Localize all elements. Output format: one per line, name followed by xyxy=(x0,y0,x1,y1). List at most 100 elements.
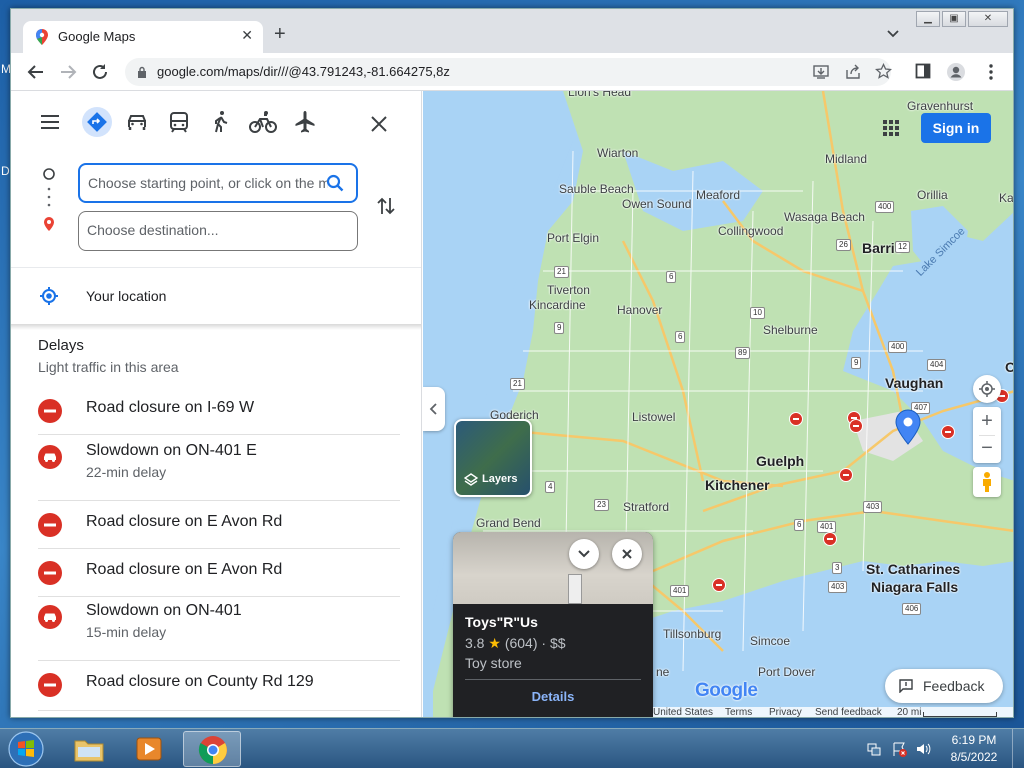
maximize-button[interactable]: ▣ xyxy=(942,11,966,27)
volume-icon[interactable] xyxy=(915,741,931,757)
tab-search-chevron-icon[interactable] xyxy=(887,28,899,40)
list-item[interactable]: Road closure on I-69 W xyxy=(38,387,400,435)
highway-shield: 12 xyxy=(895,241,910,253)
map-label: Listowel xyxy=(632,410,676,424)
swap-direction-icon[interactable] xyxy=(375,195,397,217)
google-apps-grid-icon[interactable] xyxy=(881,118,901,138)
network-icon[interactable] xyxy=(866,741,882,757)
tab-strip: Google Maps ✕ + ▁ ▣ ✕ xyxy=(11,9,1013,53)
rating-value: 3.8 xyxy=(465,635,485,651)
tab-close-icon[interactable]: ✕ xyxy=(241,27,253,44)
my-location-button[interactable] xyxy=(973,375,1001,403)
transit-mode-icon[interactable] xyxy=(166,109,192,135)
road-closure-marker[interactable] xyxy=(849,419,863,433)
start-button[interactable] xyxy=(4,729,48,768)
feedback-button[interactable]: Feedback xyxy=(885,669,1003,703)
road-closure-icon xyxy=(38,513,62,537)
cycling-mode-icon[interactable] xyxy=(249,109,277,135)
highway-shield: 10 xyxy=(750,307,765,319)
car-mode-icon[interactable] xyxy=(124,109,150,135)
destination-input[interactable] xyxy=(87,222,327,238)
tab-google-maps[interactable]: Google Maps ✕ xyxy=(23,21,263,53)
layers-button[interactable]: Layers xyxy=(454,419,532,497)
place-name[interactable]: Toys"R"Us xyxy=(465,614,538,630)
list-item[interactable]: Road closure on County Rd 129 xyxy=(38,661,400,711)
map-canvas[interactable]: Lion's Head Wiarton Sauble Beach Owen So… xyxy=(423,91,1013,717)
clock-date[interactable]: 8/5/2022 xyxy=(944,750,1004,764)
new-tab-button[interactable]: + xyxy=(274,24,286,44)
reload-icon[interactable] xyxy=(90,62,110,82)
your-location-item[interactable]: Your location xyxy=(11,268,421,324)
details-button[interactable]: Details xyxy=(453,689,653,704)
delay-title: Slowdown on ON-401 E xyxy=(86,442,257,459)
minimize-button[interactable]: ▁ xyxy=(916,11,940,27)
map-label: Tillsonburg xyxy=(663,627,722,641)
place-card[interactable]: Toys"R"Us 3.8 ★ (604) · $$ Toy store Det… xyxy=(453,532,653,717)
zoom-in-button[interactable]: + xyxy=(973,407,1001,435)
hamburger-menu-icon[interactable] xyxy=(37,109,63,135)
taskbar-chrome[interactable] xyxy=(183,731,241,767)
sign-in-button[interactable]: Sign in xyxy=(921,113,991,143)
zoom-out-button[interactable]: − xyxy=(973,435,1001,463)
slowdown-marker[interactable] xyxy=(941,425,955,439)
list-item[interactable]: Slowdown on ON-401 15-min delay xyxy=(38,597,400,661)
address-bar[interactable]: google.com/maps/dir///@43.791243,-81.664… xyxy=(125,58,892,86)
action-center-warning-icon[interactable] xyxy=(891,741,907,757)
map-label: Gravenhurst xyxy=(907,99,974,113)
directions-mode-best-icon[interactable] xyxy=(82,107,112,137)
road-closure-marker[interactable] xyxy=(789,412,803,426)
bookmark-star-icon[interactable] xyxy=(875,63,892,80)
lock-icon[interactable] xyxy=(137,66,147,78)
delay-title: Slowdown on ON-401 xyxy=(86,602,242,619)
list-item[interactable]: Road closure on E Avon Rd xyxy=(38,501,400,549)
taskbar-media-player[interactable] xyxy=(121,731,179,767)
profile-avatar-icon[interactable] xyxy=(946,62,966,82)
starting-point-field[interactable] xyxy=(78,163,358,203)
road-closure-marker[interactable] xyxy=(823,532,837,546)
close-card-button[interactable] xyxy=(612,539,642,569)
privacy-link[interactable]: Privacy xyxy=(769,707,802,717)
more-menu-icon[interactable] xyxy=(981,62,1001,82)
list-item[interactable]: Road closure on E Avon Rd xyxy=(38,549,400,597)
maps-favicon-icon xyxy=(36,29,48,45)
route-waypoints-icon xyxy=(43,168,55,231)
share-icon[interactable] xyxy=(845,64,861,80)
road-closure-marker[interactable] xyxy=(712,578,726,592)
taskbar-file-explorer[interactable] xyxy=(60,731,118,767)
terms-link[interactable]: Terms xyxy=(725,707,752,717)
highway-shield: 400 xyxy=(888,341,908,353)
show-desktop-button[interactable] xyxy=(1012,729,1024,768)
place-pin-icon[interactable] xyxy=(895,409,921,445)
highway-shield: 400 xyxy=(875,201,895,213)
clock-time[interactable]: 6:19 PM xyxy=(944,733,1004,747)
chevron-left-icon xyxy=(429,403,437,415)
side-panel-icon[interactable] xyxy=(915,63,931,79)
collapse-card-button[interactable] xyxy=(569,539,599,569)
install-app-icon[interactable] xyxy=(813,64,829,80)
send-feedback-link[interactable]: Send feedback xyxy=(815,707,882,717)
starting-point-input[interactable] xyxy=(88,175,328,191)
destination-field[interactable] xyxy=(78,211,358,251)
windows-logo-icon xyxy=(8,731,44,767)
scale-label[interactable]: 20 mi xyxy=(897,707,921,717)
map-label: Shelburne xyxy=(763,323,818,337)
close-window-button[interactable]: ✕ xyxy=(968,11,1008,27)
list-item[interactable]: Slowdown on ON-401 E 22-min delay xyxy=(38,437,400,501)
chevron-down-icon xyxy=(578,550,590,558)
road-closure-icon xyxy=(38,399,62,423)
slowdown-marker[interactable] xyxy=(839,468,853,482)
flight-mode-icon[interactable] xyxy=(292,109,318,135)
layers-icon xyxy=(464,473,478,486)
back-arrow-icon[interactable] xyxy=(26,62,46,82)
search-icon[interactable] xyxy=(326,174,344,192)
map-label: Collingwood xyxy=(718,224,784,238)
map-label: Midland xyxy=(825,152,868,166)
region-link[interactable]: United States xyxy=(653,707,713,717)
collapse-panel-button[interactable] xyxy=(423,387,445,431)
close-directions-icon[interactable] xyxy=(366,111,392,137)
forward-arrow-icon[interactable] xyxy=(58,62,78,82)
place-category: Toy store xyxy=(465,655,522,671)
map-label: Niagara Falls xyxy=(871,579,959,595)
walking-mode-icon[interactable] xyxy=(208,109,234,135)
street-view-pegman-button[interactable] xyxy=(973,467,1001,497)
